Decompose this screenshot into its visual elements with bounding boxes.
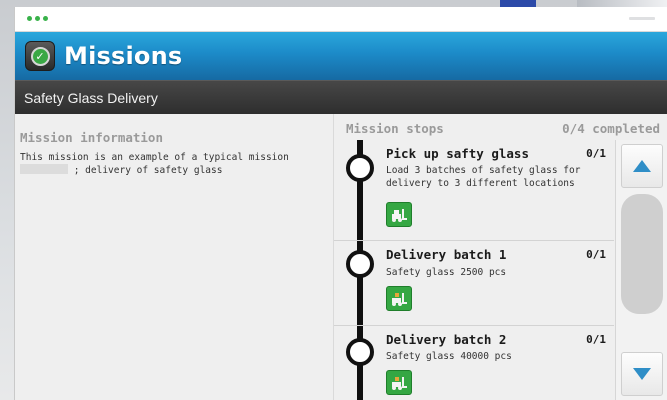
- forklift-unload-icon[interactable]: [386, 370, 412, 395]
- list-item[interactable]: Delivery batch 2 0/1 Safety glass 40000 …: [334, 326, 614, 400]
- stop-marker-icon: [346, 154, 374, 182]
- titlebar-handle: [629, 17, 655, 20]
- stop-description: Safety glass 40000 pcs: [386, 351, 512, 362]
- list-item[interactable]: Pick up safty glass 0/1 Load 3 batches o…: [334, 140, 614, 241]
- forklift-unload-icon[interactable]: [386, 286, 412, 311]
- window-controls[interactable]: [27, 16, 48, 21]
- mission-info-description: This mission is an example of a typical …: [20, 151, 320, 177]
- stop-description: Load 3 batches of safety glass for deliv…: [386, 165, 581, 189]
- triangle-down-icon: [633, 368, 651, 380]
- mission-info-panel: Mission information This mission is an e…: [15, 114, 333, 400]
- mission-stops-header: Mission stops 0/4 completed: [334, 114, 667, 140]
- app-header: ✓ Missions: [15, 32, 667, 80]
- mission-stops-panel: Mission stops 0/4 completed Pick up saft…: [333, 114, 667, 400]
- scroll-thumb[interactable]: [621, 194, 663, 314]
- mission-name: Safety Glass Delivery: [24, 89, 158, 106]
- list-item[interactable]: Delivery batch 1 0/1 Safety glass 2500 p…: [334, 241, 614, 326]
- stop-count: 0/1: [586, 333, 606, 346]
- stop-description: Safety glass 2500 pcs: [386, 267, 507, 278]
- mission-stops-heading: Mission stops: [346, 120, 444, 136]
- window-titlebar: [15, 7, 667, 32]
- stop-marker-icon: [346, 250, 374, 278]
- mission-name-bar: Safety Glass Delivery: [15, 80, 667, 114]
- mission-check-icon: ✓: [25, 41, 55, 71]
- page-title: Missions: [64, 42, 183, 70]
- stop-title: Delivery batch 1: [386, 247, 507, 262]
- window-dot-icon[interactable]: [35, 16, 40, 21]
- mission-info-line1: This mission is an example of a typical …: [20, 152, 289, 163]
- scroll-up-button[interactable]: [621, 144, 663, 188]
- missions-window: ✓ Missions Safety Glass Delivery Mission…: [14, 7, 667, 400]
- mission-content: Mission information This mission is an e…: [15, 114, 667, 400]
- stops-scrollbar[interactable]: [615, 140, 667, 400]
- mission-info-line2: ; delivery of safety glass: [73, 165, 223, 176]
- mission-stops-completed: 0/4 completed: [562, 120, 660, 136]
- forklift-load-icon[interactable]: [386, 202, 412, 227]
- stop-title: Delivery batch 2: [386, 332, 507, 347]
- mission-stops-list: Pick up safty glass 0/1 Load 3 batches o…: [334, 140, 614, 400]
- triangle-up-icon: [633, 160, 651, 172]
- stop-marker-icon: [346, 338, 374, 366]
- window-dot-icon[interactable]: [27, 16, 32, 21]
- stop-title: Pick up safty glass: [386, 146, 529, 161]
- stop-count: 0/1: [586, 248, 606, 261]
- redacted-text: [20, 164, 68, 174]
- scroll-down-button[interactable]: [621, 352, 663, 396]
- stop-count: 0/1: [586, 147, 606, 160]
- window-dot-icon[interactable]: [43, 16, 48, 21]
- mission-info-heading: Mission information: [20, 130, 163, 145]
